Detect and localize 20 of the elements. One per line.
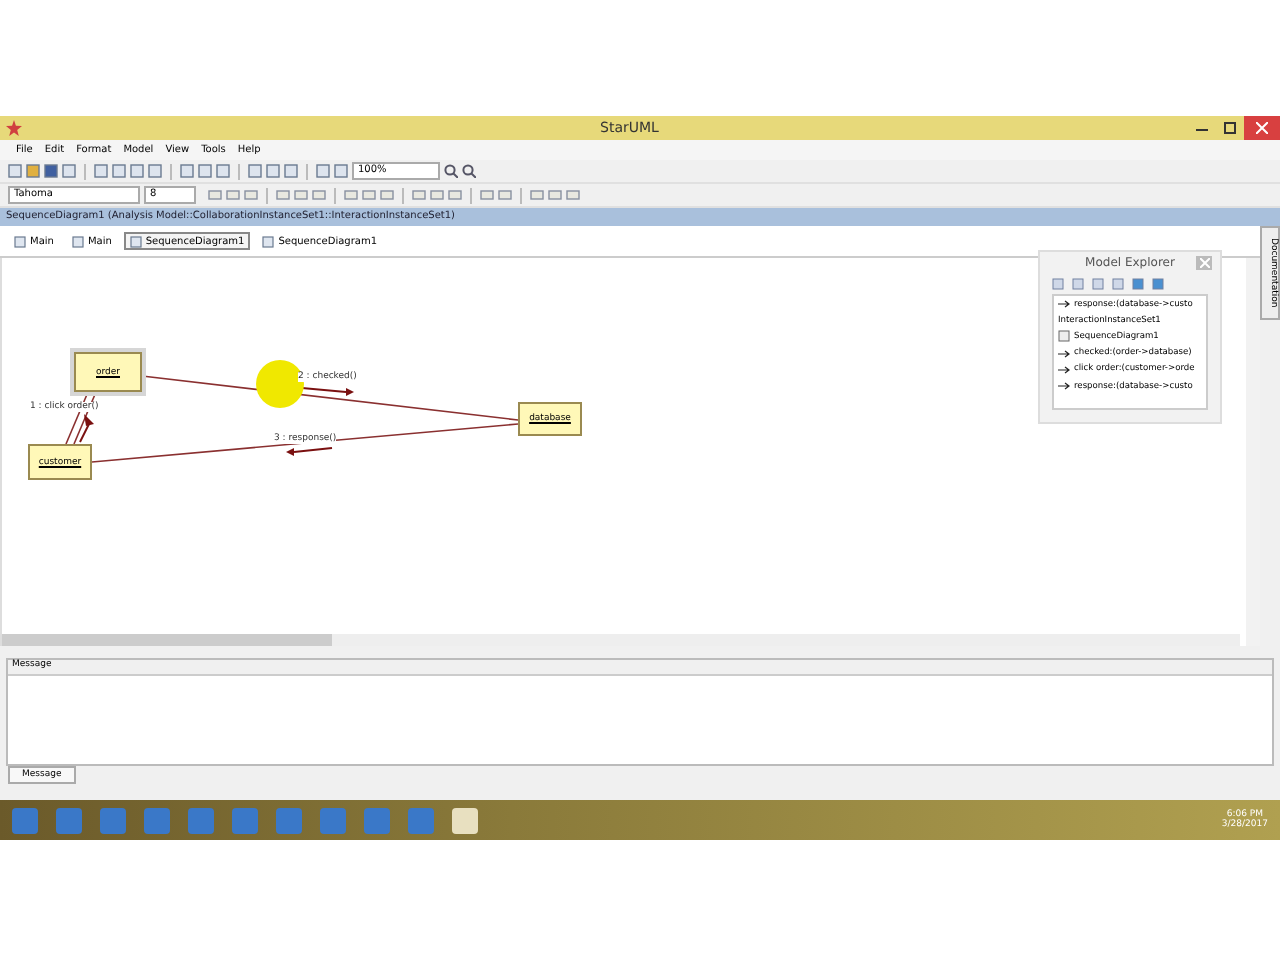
close-button[interactable]: [1196, 256, 1212, 270]
message-arrow: [79, 414, 94, 443]
close-button[interactable]: [1244, 116, 1280, 140]
arrow-icon: [1058, 365, 1070, 374]
zoom-in-icon[interactable]: [444, 164, 458, 178]
message-arrow: [286, 447, 333, 456]
message-arrow: [301, 387, 354, 396]
arrow-icon: [1058, 300, 1070, 309]
diagram-icon: [71, 235, 84, 247]
diagram-icon: [1058, 330, 1070, 343]
diagram-icon: [14, 235, 26, 247]
close-icon: [1256, 122, 1268, 134]
diagram-icon: [129, 235, 142, 247]
arrow-icon: [1058, 349, 1070, 358]
arrow-icon: [1058, 382, 1070, 391]
zoom-out-icon[interactable]: [462, 164, 476, 178]
maximize-icon: [1224, 122, 1236, 134]
cursor-highlight: [256, 360, 304, 408]
diagram-icon: [262, 235, 275, 247]
horizontal-scrollbar[interactable]: [2, 634, 1240, 646]
